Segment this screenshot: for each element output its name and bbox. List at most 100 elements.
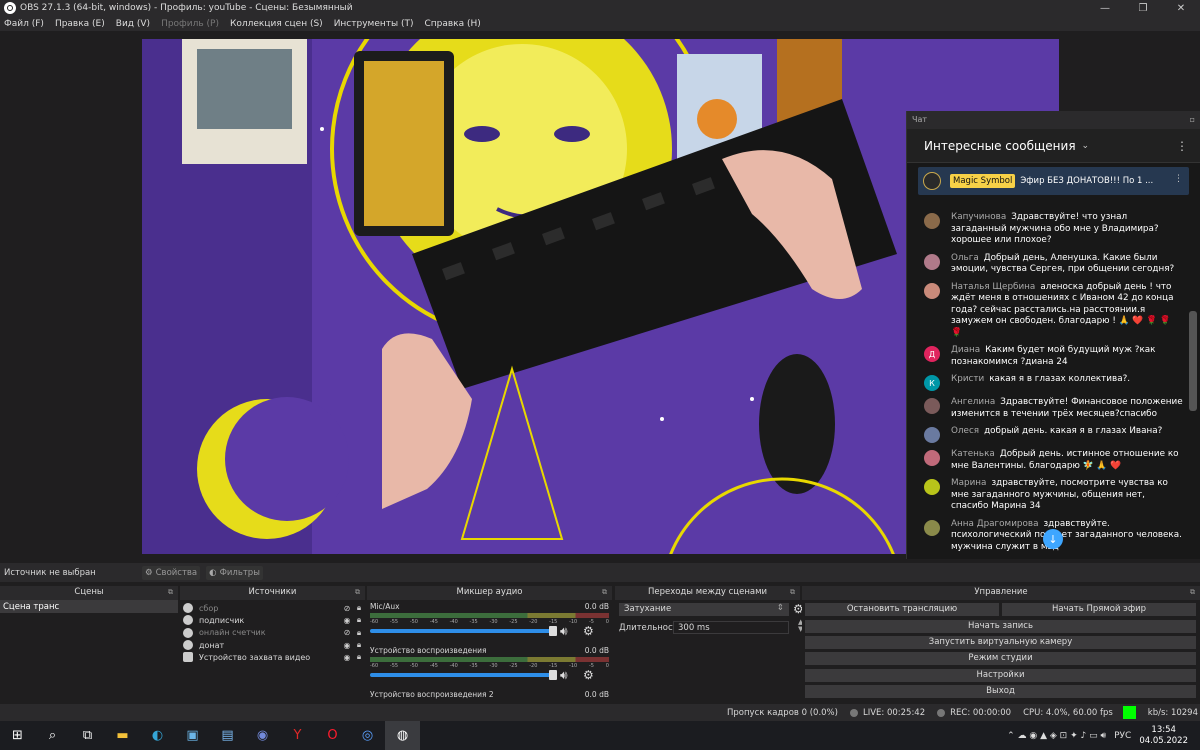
minimize-button[interactable]: — xyxy=(1086,0,1124,16)
maximize-button[interactable]: ❐ xyxy=(1124,0,1162,16)
menu-file[interactable]: Файл (F) xyxy=(4,19,44,29)
dock-float-icon[interactable]: ⧉ xyxy=(1190,586,1195,599)
dock-float-icon[interactable]: ▫ xyxy=(1190,115,1195,125)
chat-message[interactable]: Д Диана Каким будет мой будущий муж ?как п… xyxy=(907,342,1187,371)
slider-handle[interactable] xyxy=(549,626,558,636)
speaker-icon[interactable]: 🔊︎ xyxy=(560,668,568,683)
lock-icon[interactable]: 🔒︎ xyxy=(353,652,365,662)
dock-float-icon[interactable]: ⧉ xyxy=(168,586,173,599)
menu-view[interactable]: Вид (V) xyxy=(116,19,150,29)
dock-float-icon[interactable]: ⧉ xyxy=(355,586,360,599)
volume-meter xyxy=(370,613,609,618)
chat-message[interactable]: К Кристи какая я в глазах коллектива?. xyxy=(907,371,1187,394)
filters-button[interactable]: ◐ Фильтры xyxy=(206,565,263,580)
control-panel-icon[interactable]: ▣ xyxy=(175,721,210,750)
yandex-browser-icon[interactable]: Y xyxy=(280,721,315,750)
menu-profile[interactable]: Профиль (P) xyxy=(161,19,219,29)
eye-icon[interactable]: ◉ xyxy=(341,641,353,650)
pinned-more-icon[interactable]: ⋮ xyxy=(1174,174,1183,184)
chat-message[interactable]: Марина здравствуйте, посмотрите чувства к… xyxy=(907,475,1187,516)
source-item[interactable]: сбор ⊘ 🔒︎ xyxy=(180,602,365,614)
lock-icon[interactable]: 🔒︎ xyxy=(353,640,365,650)
scale-tick: -35 xyxy=(469,663,478,669)
chat-message[interactable]: Олеся добрый день. какая я в глазах Ивана… xyxy=(907,423,1187,446)
source-item[interactable]: онлайн счетчик ⊘ 🔒︎ xyxy=(180,627,365,639)
opera-icon[interactable]: O xyxy=(315,721,350,750)
chat-scrollbar[interactable] xyxy=(1189,311,1197,411)
eye-hidden-icon[interactable]: ⊘ xyxy=(341,604,353,613)
slider-handle[interactable] xyxy=(549,670,558,680)
gear-icon[interactable]: ⚙ xyxy=(583,624,594,638)
clock[interactable]: 13:54 04.05.2022 xyxy=(1139,725,1188,747)
menu-edit[interactable]: Правка (E) xyxy=(55,19,105,29)
chat-message[interactable]: Наталья Щербина аленоска добрый день ! чт… xyxy=(907,279,1187,343)
virtual-camera-button[interactable]: Запустить виртуальную камеру xyxy=(805,636,1196,649)
exit-button[interactable]: Выход xyxy=(805,685,1196,698)
preview-area[interactable]: Чат ▫ Интересные сообщения ⌄ ⋮ Magic Sym… xyxy=(0,31,1200,560)
chat-header[interactable]: Интересные сообщения ⌄ ⋮ xyxy=(907,129,1200,163)
avatar xyxy=(924,253,940,270)
scene-item[interactable]: Сцена транс xyxy=(0,600,178,613)
chat-message[interactable]: Капучинова Здравствуйте! что узнал загада… xyxy=(907,209,1187,250)
eye-icon[interactable]: ◉ xyxy=(341,653,353,662)
volume-slider[interactable] xyxy=(370,626,558,636)
dock-float-icon[interactable]: ⧉ xyxy=(602,586,607,599)
discord-icon[interactable]: ◉ xyxy=(245,721,280,750)
app-icon[interactable]: ◎ xyxy=(350,721,385,750)
close-button[interactable]: ✕ xyxy=(1162,0,1200,16)
obs-icon[interactable]: ◍ xyxy=(385,721,420,750)
message-author: Олеся xyxy=(951,426,980,436)
date: 04.05.2022 xyxy=(1139,735,1188,746)
lock-icon[interactable]: 🔒︎ xyxy=(353,615,365,625)
app-icon[interactable]: ▤ xyxy=(210,721,245,750)
dock-float-icon[interactable]: ⧉ xyxy=(790,586,795,599)
message-body: Наталья Щербина аленоска добрый день ! чт… xyxy=(951,282,1183,340)
menu-help[interactable]: Справка (H) xyxy=(424,19,480,29)
dropped-frames: Пропуск кадров 0 (0.0%) xyxy=(727,707,838,718)
chat-message[interactable]: Катенька Добрый день. истинное отношение … xyxy=(907,446,1187,475)
menu-tools[interactable]: Инструменты (T) xyxy=(334,19,414,29)
eye-hidden-icon[interactable]: ⊘ xyxy=(341,628,353,637)
pinned-message[interactable]: Magic Symbol Эфир БЕЗ ДОНАТОВ!!! По 1 ..… xyxy=(918,167,1189,195)
menu-scene-collection[interactable]: Коллекция сцен (S) xyxy=(230,19,323,29)
task-view-icon[interactable]: ⧉ xyxy=(70,721,105,750)
gear-icon[interactable]: ⚙ xyxy=(583,668,594,682)
edge-icon[interactable]: ◐ xyxy=(140,721,175,750)
source-item[interactable]: подписчик ◉ 🔒︎ xyxy=(180,614,365,626)
chat-message[interactable]: Ольга Добрый день, Аленушка. Какие были э… xyxy=(907,250,1187,279)
tray-icons[interactable]: ⌃ ☁ ◉ ▲ ◈ ⊡ ✦ ♪ ▭ 🔊︎ xyxy=(1007,731,1106,741)
speaker-icon[interactable]: 🔊︎ xyxy=(560,624,568,639)
file-explorer-icon[interactable]: ▬ xyxy=(105,721,140,750)
source-toolbar: Источник не выбран ⚙ Свойства ◐ Фильтры xyxy=(0,563,1200,582)
chat-messages[interactable]: Капучинова Здравствуйте! что узнал загада… xyxy=(907,209,1187,559)
windows-start-icon[interactable]: ⊞ xyxy=(0,721,35,750)
transition-select[interactable]: Затухание ⇕ xyxy=(619,603,789,616)
gear-icon: ⚙ xyxy=(145,567,153,578)
more-icon[interactable]: ⋮ xyxy=(1176,139,1188,153)
chat-message[interactable]: Ангелина Здравствуйте! Финансовое положен… xyxy=(907,394,1187,423)
filters-label: Фильтры xyxy=(219,567,260,578)
start-recording-button[interactable]: Начать запись xyxy=(805,620,1196,633)
updown-icon: ⇕ xyxy=(776,603,784,613)
lock-icon[interactable]: 🔒︎ xyxy=(353,628,365,638)
pinned-avatar xyxy=(923,172,941,190)
volume-slider[interactable] xyxy=(370,670,558,680)
language-indicator[interactable]: РУС xyxy=(1114,731,1131,741)
lock-icon[interactable]: 🔒︎ xyxy=(353,603,365,613)
avatar xyxy=(924,427,940,443)
message-body: Ольга Добрый день, Аленушка. Какие были э… xyxy=(951,253,1183,276)
chevron-down-icon[interactable]: ⌄ xyxy=(1082,141,1090,151)
search-icon[interactable]: ⌕ xyxy=(35,721,70,750)
message-body: Диана Каким будет мой будущий муж ?как по… xyxy=(951,345,1183,368)
stop-stream-button[interactable]: Остановить трансляцию xyxy=(805,603,999,616)
source-item[interactable]: Устройство захвата видео ◉ 🔒︎ xyxy=(180,651,365,663)
studio-mode-button[interactable]: Режим студии xyxy=(805,652,1196,665)
scroll-down-icon[interactable]: ↓ xyxy=(1043,529,1063,549)
eye-icon[interactable]: ◉ xyxy=(341,616,353,625)
settings-button[interactable]: Настройки xyxy=(805,669,1196,682)
duration-input[interactable]: 300 ms xyxy=(673,621,789,634)
source-item[interactable]: донат ◉ 🔒︎ xyxy=(180,639,365,651)
start-live-button[interactable]: Начать Прямой эфир xyxy=(1002,603,1196,616)
properties-button[interactable]: ⚙ Свойства xyxy=(142,565,201,580)
scale-tick: -60 xyxy=(370,619,379,625)
